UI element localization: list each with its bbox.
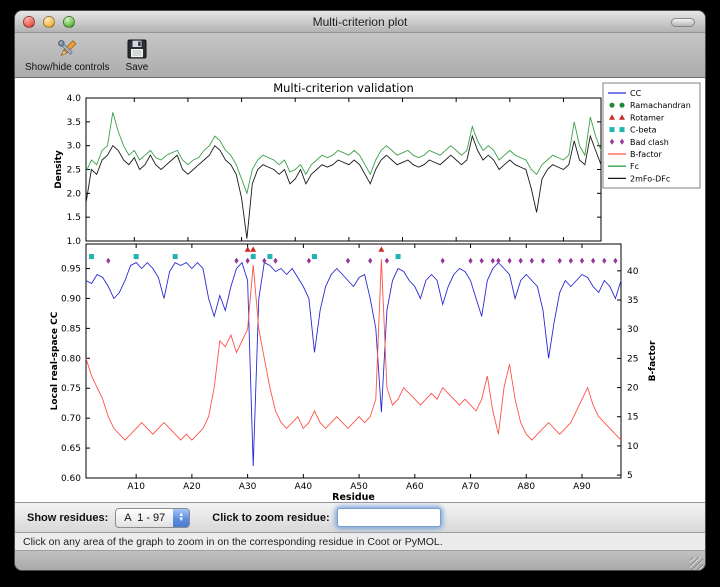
window-footer — [15, 551, 705, 571]
zoom-window-button[interactable] — [63, 16, 75, 28]
svg-text:A10: A10 — [127, 482, 145, 492]
residue-range-value: A 1 - 97 — [116, 509, 173, 527]
svg-text:Local real-space CC: Local real-space CC — [50, 311, 60, 410]
close-button[interactable] — [23, 16, 35, 28]
svg-text:A30: A30 — [239, 482, 257, 492]
svg-text:15: 15 — [627, 413, 638, 423]
svg-text:2.5: 2.5 — [67, 166, 81, 176]
save-icon — [126, 35, 148, 62]
svg-text:A80: A80 — [517, 482, 535, 492]
svg-text:Multi-criterion validation: Multi-criterion validation — [273, 81, 414, 95]
svg-text:A90: A90 — [573, 482, 591, 492]
status-text: Click on any area of the graph to zoom i… — [23, 536, 443, 548]
svg-text:1.5: 1.5 — [67, 213, 81, 223]
svg-text:30: 30 — [627, 325, 639, 335]
svg-text:2.0: 2.0 — [67, 189, 82, 199]
svg-text:Density: Density — [54, 150, 64, 189]
svg-text:1.0: 1.0 — [67, 237, 82, 247]
svg-text:0.95: 0.95 — [61, 265, 81, 275]
resize-grip[interactable] — [690, 557, 703, 570]
svg-text:A40: A40 — [295, 482, 313, 492]
show-hide-controls-button[interactable]: Show/hide controls — [25, 35, 110, 73]
svg-text:0.90: 0.90 — [61, 294, 81, 304]
show-residues-label: Show residues: — [27, 512, 108, 524]
svg-text:25: 25 — [627, 354, 638, 364]
zoom-residue-input[interactable] — [337, 508, 441, 527]
svg-text:40: 40 — [627, 267, 639, 277]
svg-text:0.60: 0.60 — [61, 474, 81, 484]
window-controls — [15, 16, 75, 28]
save-button[interactable]: Save — [126, 35, 149, 73]
tools-icon — [55, 35, 79, 62]
toolbar-toggle-button[interactable] — [671, 18, 695, 27]
svg-text:4.0: 4.0 — [67, 94, 82, 104]
popup-arrows-icon: ▲▼ — [173, 509, 189, 527]
show-hide-controls-label: Show/hide controls — [25, 62, 110, 73]
svg-text:3.5: 3.5 — [67, 118, 81, 128]
svg-text:3.0: 3.0 — [67, 142, 82, 152]
window-title: Multi-criterion plot — [15, 15, 705, 29]
multi-criterion-plot[interactable]: Multi-criterion validation 1.0 1.5 2.0 2.5 3.… — [15, 78, 706, 502]
app-window: Multi-criterion plot Show/hide controls — [14, 10, 706, 571]
svg-text:0.75: 0.75 — [61, 384, 81, 394]
svg-text:C-beta: C-beta — [630, 126, 657, 135]
svg-text:35: 35 — [627, 296, 638, 306]
svg-text:A20: A20 — [183, 482, 201, 492]
plot-area[interactable]: Multi-criterion validation 1.0 1.5 2.0 2.5 3.… — [15, 78, 705, 502]
svg-text:Residue: Residue — [332, 492, 375, 502]
save-label: Save — [126, 62, 149, 73]
svg-text:5: 5 — [627, 471, 633, 481]
svg-text:10: 10 — [627, 442, 639, 452]
residue-range-select[interactable]: A 1 - 97 ▲▼ — [115, 508, 190, 528]
svg-text:B-factor: B-factor — [630, 150, 663, 159]
zoom-residue-label: Click to zoom residue: — [212, 512, 329, 524]
svg-text:2mFo-DFc: 2mFo-DFc — [630, 174, 670, 183]
svg-text:A50: A50 — [350, 482, 368, 492]
svg-text:0.70: 0.70 — [61, 414, 81, 424]
svg-text:Rotamer: Rotamer — [630, 113, 665, 122]
svg-text:A60: A60 — [406, 482, 424, 492]
svg-text:20: 20 — [627, 384, 639, 394]
statusbar: Click on any area of the graph to zoom i… — [15, 532, 705, 551]
toolbar: Show/hide controls Save — [15, 33, 705, 78]
titlebar[interactable]: Multi-criterion plot — [15, 11, 705, 33]
controls-row: Show residues: A 1 - 97 ▲▼ Click to zoom… — [15, 502, 705, 532]
svg-text:0.85: 0.85 — [61, 324, 81, 334]
svg-text:A70: A70 — [462, 482, 480, 492]
svg-text:CC: CC — [630, 89, 642, 98]
svg-text:0.80: 0.80 — [61, 354, 81, 364]
svg-text:Ramachandran: Ramachandran — [630, 101, 691, 110]
minimize-button[interactable] — [43, 16, 55, 28]
svg-text:0.65: 0.65 — [61, 444, 81, 454]
svg-text:B-factor: B-factor — [648, 340, 658, 381]
svg-text:Fc: Fc — [630, 162, 639, 171]
svg-text:Bad clash: Bad clash — [630, 138, 669, 147]
